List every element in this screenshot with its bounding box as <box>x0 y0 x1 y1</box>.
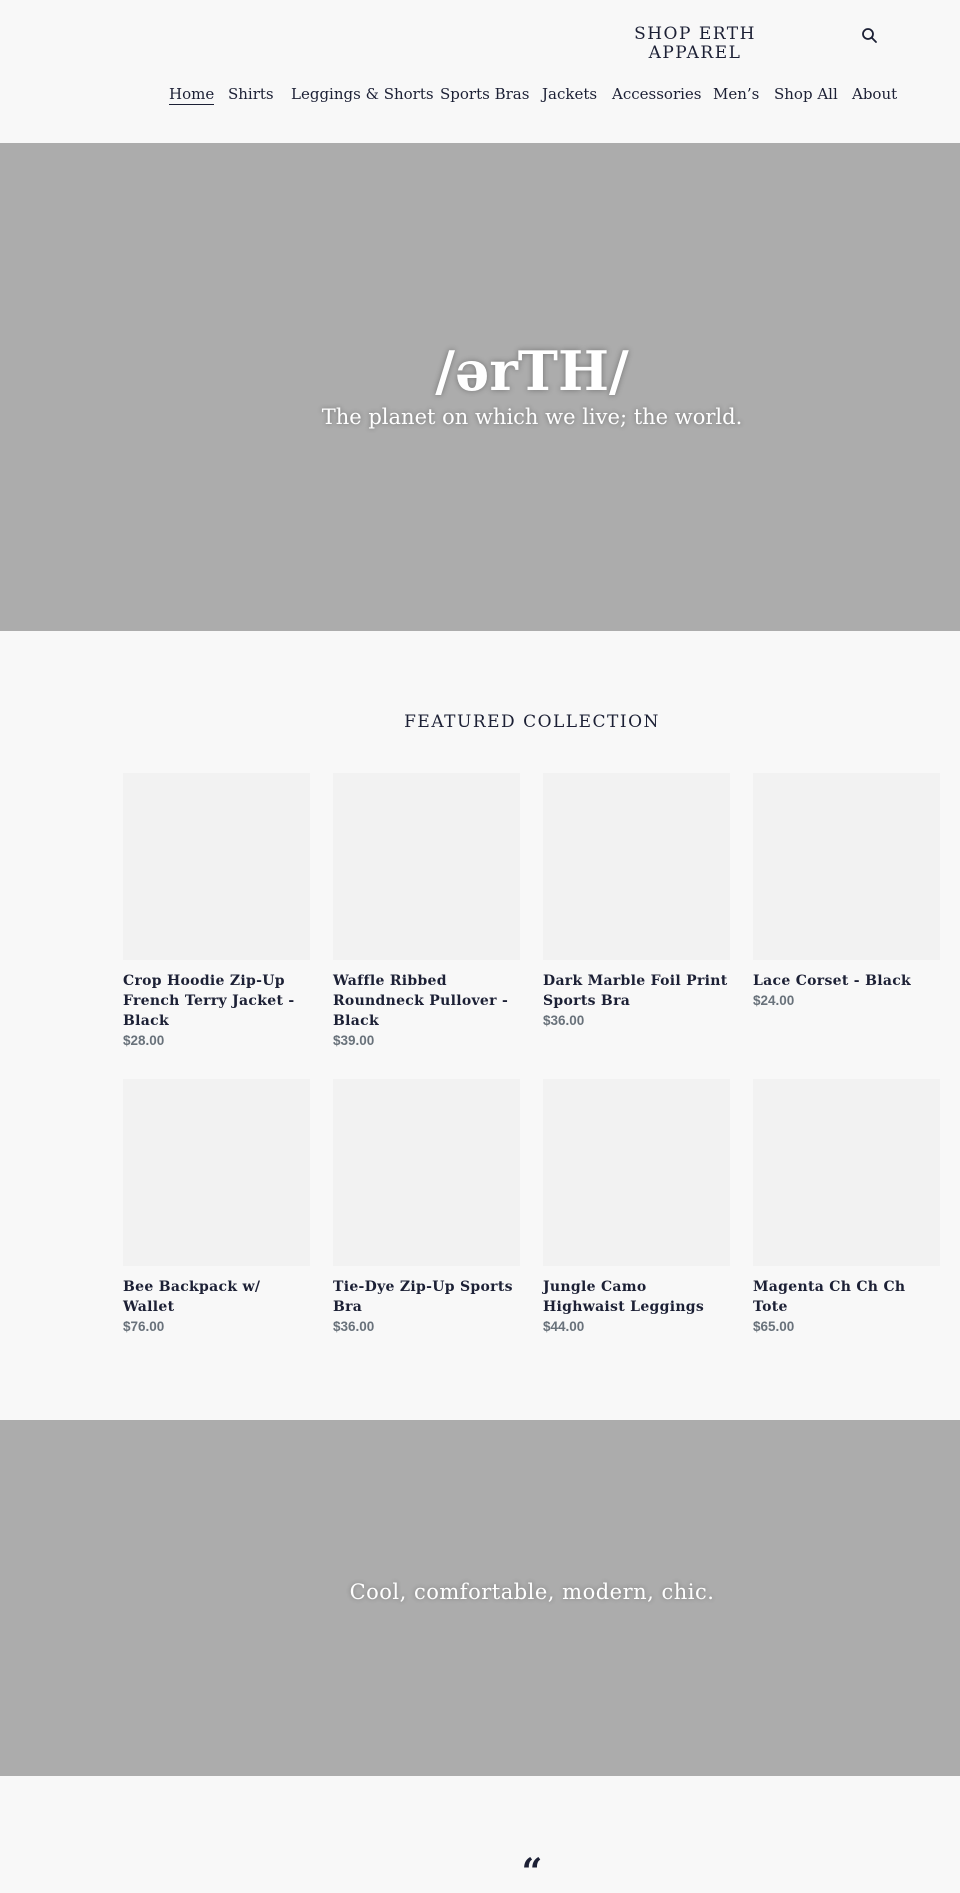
product-image <box>333 773 520 960</box>
product-title: Tie-Dye Zip-Up Sports Bra <box>333 1279 513 1315</box>
nav-item-sports-bras[interactable]: Sports Bras <box>440 85 529 103</box>
product-price: $28.00 <box>123 1033 165 1048</box>
product-price: $65.00 <box>753 1319 795 1334</box>
nav-item-accessories[interactable]: Accessories <box>612 85 701 103</box>
product-title: Crop Hoodie Zip-Up French Terry Jacket -… <box>123 973 295 1029</box>
product-image <box>753 773 940 960</box>
product-title: Magenta Ch Ch Ch Tote <box>753 1279 906 1315</box>
product-price: $76.00 <box>123 1319 165 1334</box>
nav-item-leggings-shorts[interactable]: Leggings & Shorts <box>291 85 434 103</box>
image-with-text-banner: Cool, comfortable, modern, chic. <box>0 1420 960 1776</box>
nav-item-jackets[interactable]: Jackets <box>542 85 597 103</box>
nav-item-about[interactable]: About <box>852 85 897 103</box>
product-image <box>753 1079 940 1266</box>
banner-text: Cool, comfortable, modern, chic. <box>349 1580 715 1604</box>
product-title: Waffle Ribbed Roundneck Pullover - Black <box>333 973 509 1029</box>
product-title: Lace Corset - Black <box>753 973 912 989</box>
quote-icon: “ <box>521 1851 543 1893</box>
product-price: $24.00 <box>753 993 795 1008</box>
product-title: Bee Backpack w/ Wallet <box>123 1279 261 1315</box>
product-card[interactable]: Jungle Camo Highwaist Leggings $44.00 <box>543 1079 730 1337</box>
product-price: $36.00 <box>333 1319 375 1334</box>
product-card[interactable]: Lace Corset - Black $24.00 <box>753 773 940 1011</box>
product-image <box>123 773 310 960</box>
product-price: $44.00 <box>543 1319 585 1334</box>
product-image <box>543 1079 730 1266</box>
product-card[interactable]: Dark Marble Foil Print Sports Bra $36.00 <box>543 773 730 1031</box>
product-price: $36.00 <box>543 1013 585 1028</box>
product-card[interactable]: Magenta Ch Ch Ch Tote $65.00 <box>753 1079 940 1337</box>
site-header: SHOP ERTH APPAREL Home Shirts Leggings &… <box>0 0 960 143</box>
product-card[interactable]: Bee Backpack w/ Wallet $76.00 <box>123 1079 310 1337</box>
site-logo[interactable]: SHOP ERTH APPAREL <box>625 25 765 63</box>
nav-item-shop-all[interactable]: Shop All <box>774 85 838 103</box>
product-image <box>543 773 730 960</box>
product-title: Dark Marble Foil Print Sports Bra <box>543 973 728 1009</box>
product-image <box>123 1079 310 1266</box>
hero-banner: /ərTH/ The planet on which we live; the … <box>0 143 960 631</box>
featured-collection-heading: FEATURED COLLECTION <box>404 712 660 732</box>
hero-subtitle: The planet on which we live; the world. <box>321 405 743 429</box>
nav-item-shirts[interactable]: Shirts <box>228 85 274 103</box>
product-price: $39.00 <box>333 1033 375 1048</box>
product-title: Jungle Camo Highwaist Leggings <box>543 1279 705 1315</box>
search-icon[interactable] <box>860 26 880 46</box>
nav-item-home[interactable]: Home <box>169 85 215 105</box>
hero-title: /ərTH/ <box>435 339 629 403</box>
product-card[interactable]: Crop Hoodie Zip-Up French Terry Jacket -… <box>123 773 310 1051</box>
product-image <box>333 1079 520 1266</box>
nav-item-mens[interactable]: Men’s <box>713 85 759 103</box>
main-nav: Home Shirts Leggings & Shorts Sports Bra… <box>0 85 960 107</box>
product-card[interactable]: Waffle Ribbed Roundneck Pullover - Black… <box>333 773 520 1051</box>
product-card[interactable]: Tie-Dye Zip-Up Sports Bra $36.00 <box>333 1079 520 1337</box>
